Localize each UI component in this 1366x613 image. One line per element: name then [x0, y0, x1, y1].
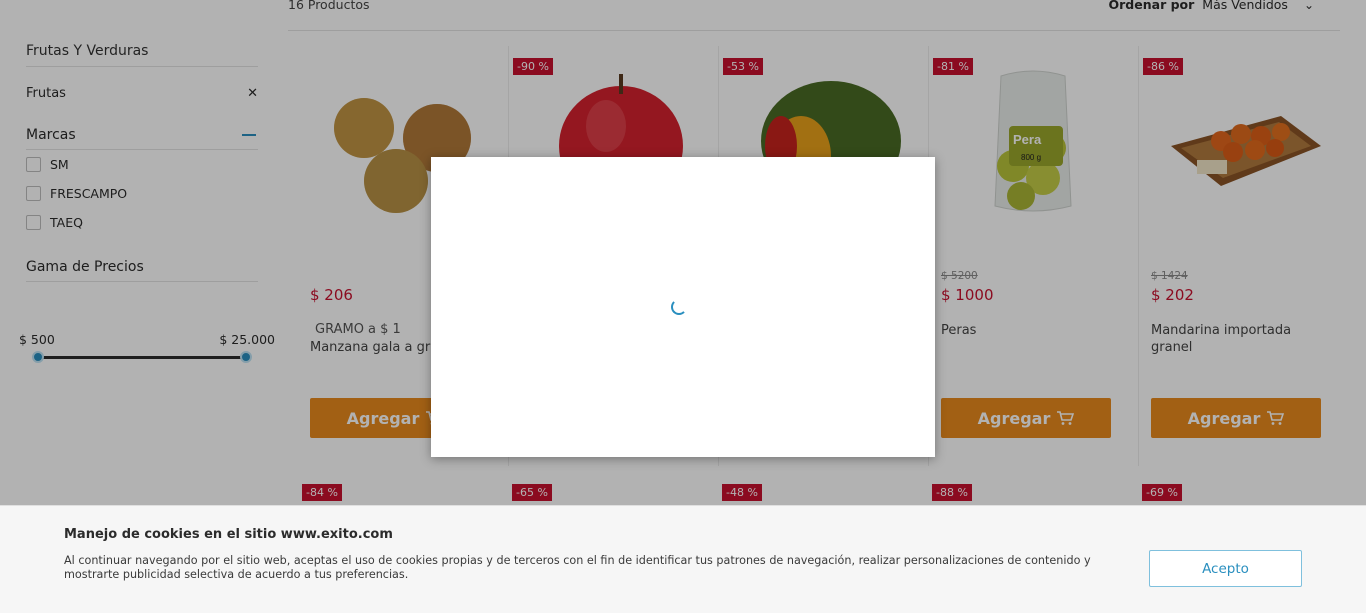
loading-modal [431, 157, 935, 457]
accept-cookies-button[interactable]: Acepto [1149, 550, 1302, 587]
page: 16 Productos Ordenar por Más Vendidos ⌄ … [0, 0, 1366, 613]
cookie-banner: Manejo de cookies en el sitio www.exito.… [0, 505, 1366, 613]
cookie-text: Al continuar navegando por el sitio web,… [64, 554, 1091, 581]
cookie-title: Manejo de cookies en el sitio www.exito.… [64, 527, 393, 542]
loading-spinner-icon [671, 299, 687, 315]
